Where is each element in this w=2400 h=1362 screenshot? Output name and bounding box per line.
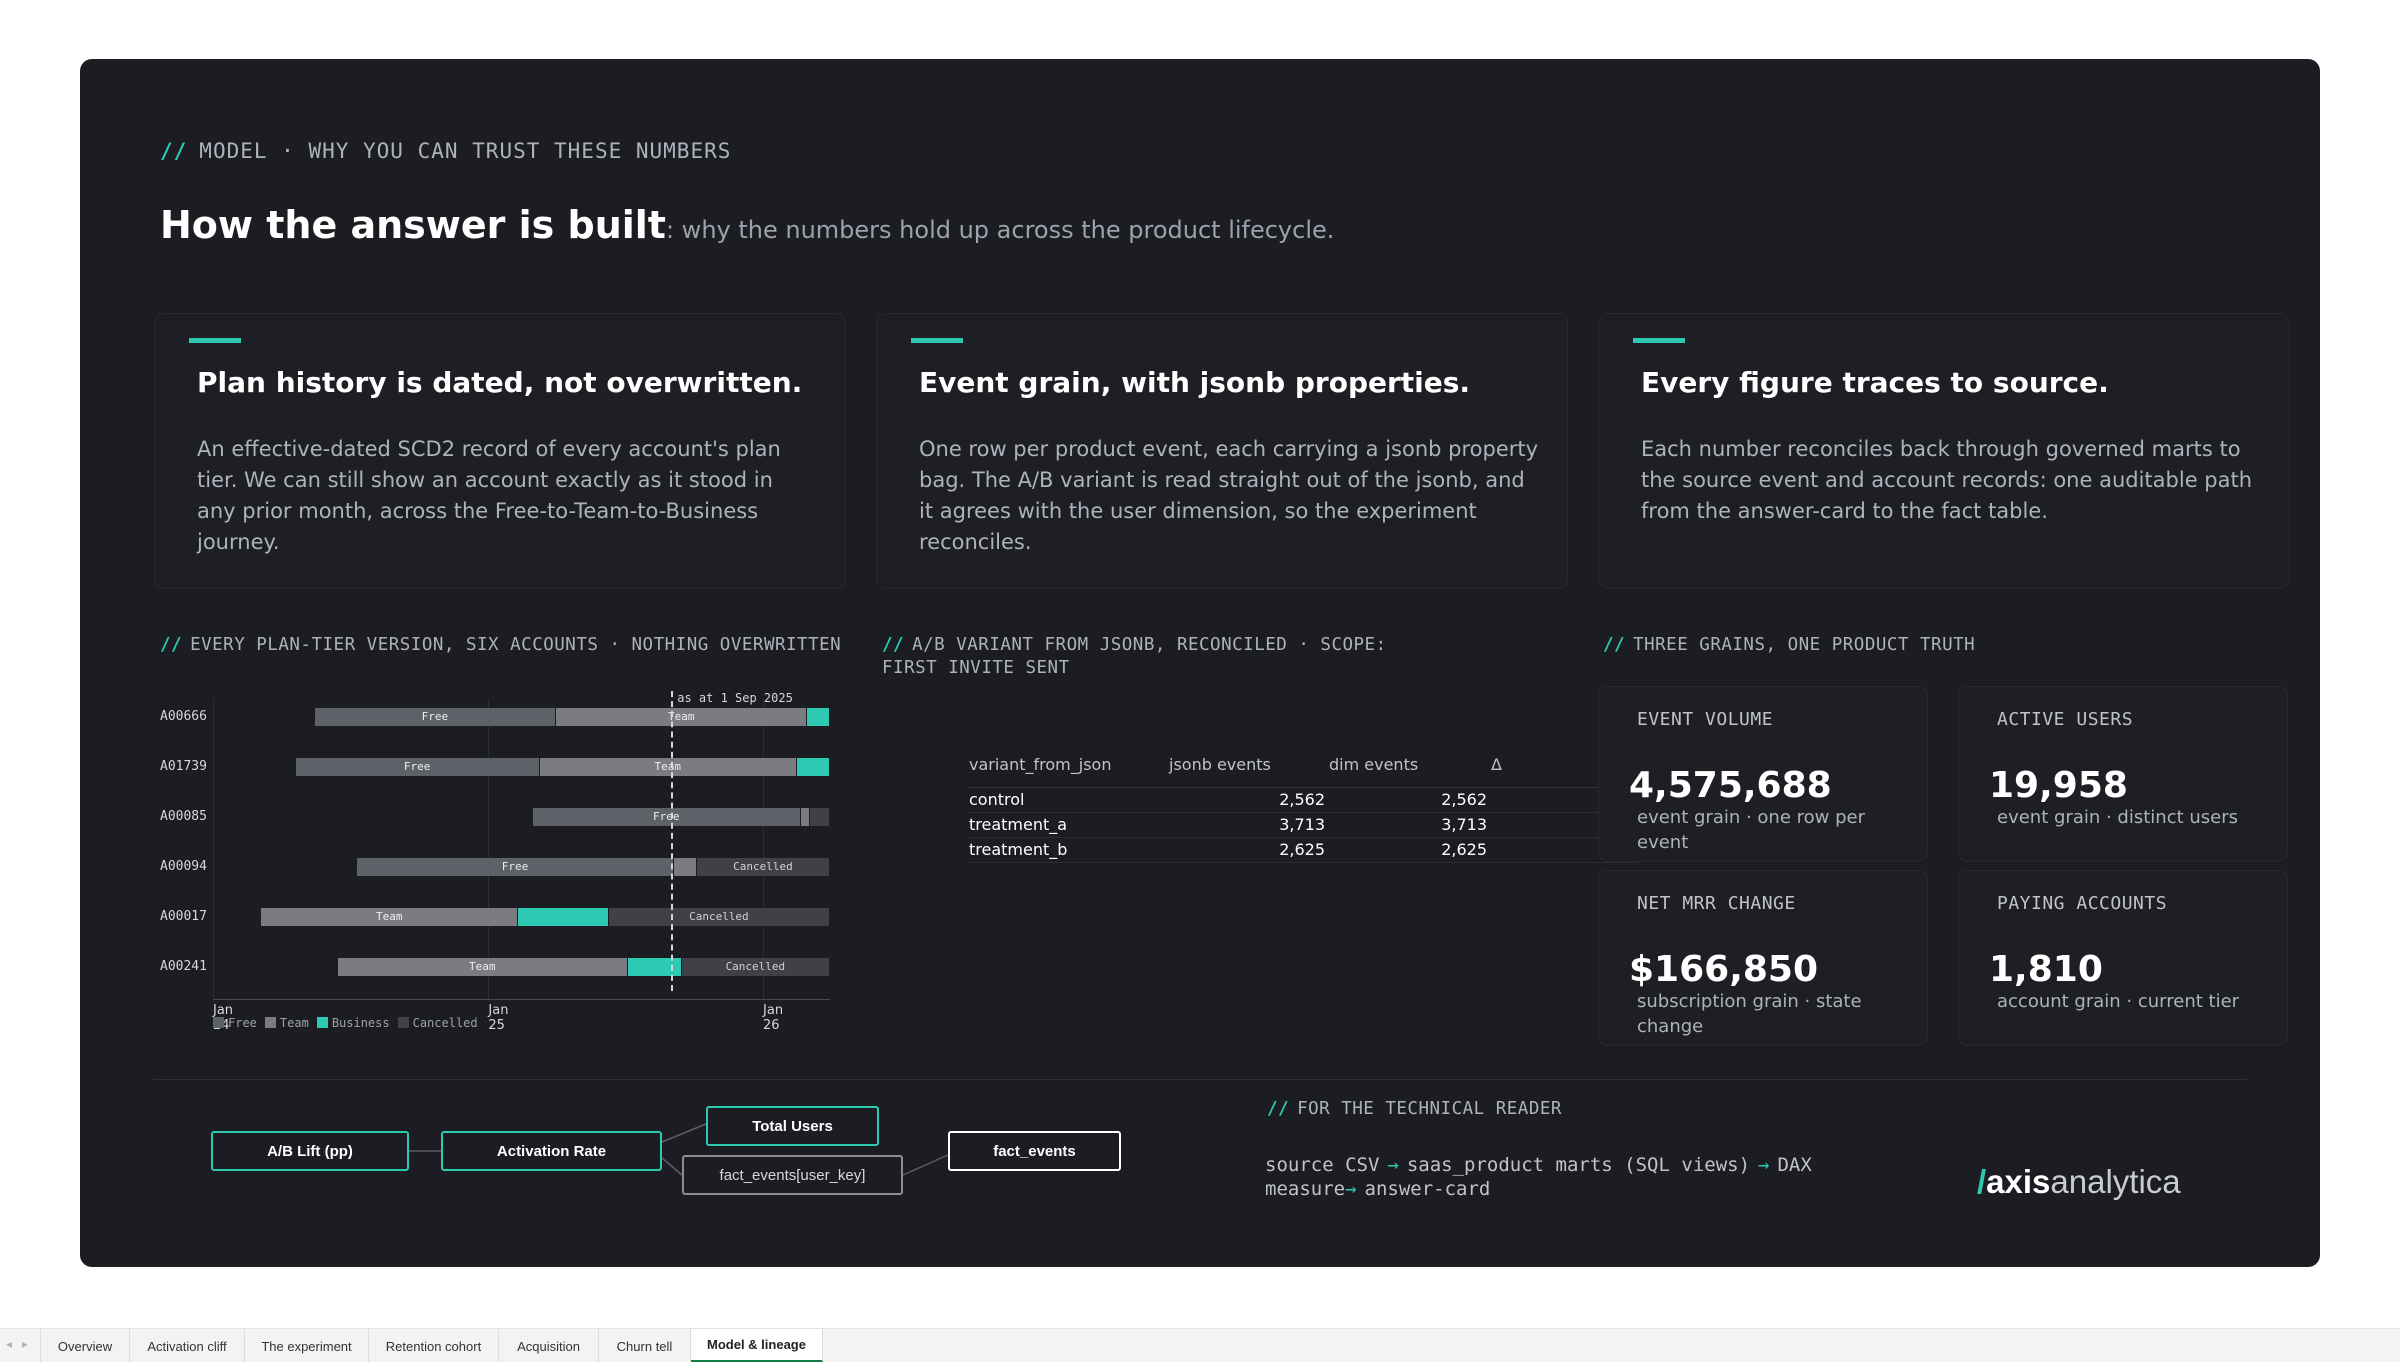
logo-part-1: axis [1986, 1163, 2051, 1200]
tab-activation-cliff[interactable]: Activation cliff [130, 1329, 245, 1362]
arrow-icon: → [1758, 1154, 1770, 1176]
connector-line [661, 1157, 683, 1176]
lineage-node-fact-events-user-key[interactable]: fact_events[user_key] [682, 1155, 903, 1195]
tab-retention-cohort[interactable]: Retention cohort [369, 1329, 499, 1362]
tab-churn-tell[interactable]: Churn tell [599, 1329, 691, 1362]
section-slash: // [1267, 1099, 1290, 1119]
tech-lineage-flow: source CSV → saas_product marts (SQL views… [1265, 1153, 1945, 1201]
lineage-node-fact-events[interactable]: fact_events [948, 1131, 1121, 1171]
tab-model-and-lineage[interactable]: Model & lineage [691, 1329, 823, 1362]
arrow-icon: → [1387, 1154, 1399, 1176]
section-label-text: FOR THE TECHNICAL READER [1297, 1099, 1562, 1119]
tab-scroll-left-icon[interactable]: ◂ [6, 1337, 12, 1351]
flow-step: answer-card [1364, 1178, 1491, 1200]
flow-step: source CSV [1265, 1154, 1380, 1176]
logo-part-2: analytica [2050, 1163, 2181, 1200]
tech-section-label: // FOR THE TECHNICAL READER [1267, 1098, 1562, 1121]
connector-line [902, 1154, 949, 1176]
connector-line [661, 1123, 707, 1143]
tab-acquisition[interactable]: Acquisition [499, 1329, 599, 1362]
arrow-icon: → [1345, 1178, 1357, 1200]
tab-overview[interactable]: Overview [40, 1329, 130, 1362]
lineage-node-total-users[interactable]: Total Users [706, 1106, 879, 1146]
sheet-tab-bar: ◂ ▸ Overview Activation cliff The experi… [0, 1328, 2400, 1362]
flow-step: saas_product marts (SQL views) [1406, 1154, 1751, 1176]
lineage-node-activation-rate[interactable]: Activation Rate [441, 1131, 662, 1171]
lineage-node-ab-lift[interactable]: A/B Lift (pp) [211, 1131, 409, 1171]
tab-the-experiment[interactable]: The experiment [245, 1329, 369, 1362]
brand-logo: /axisanalytica [1977, 1163, 2181, 1201]
logo-slash: / [1977, 1163, 1987, 1200]
tab-scroll-right-icon[interactable]: ▸ [22, 1337, 28, 1351]
